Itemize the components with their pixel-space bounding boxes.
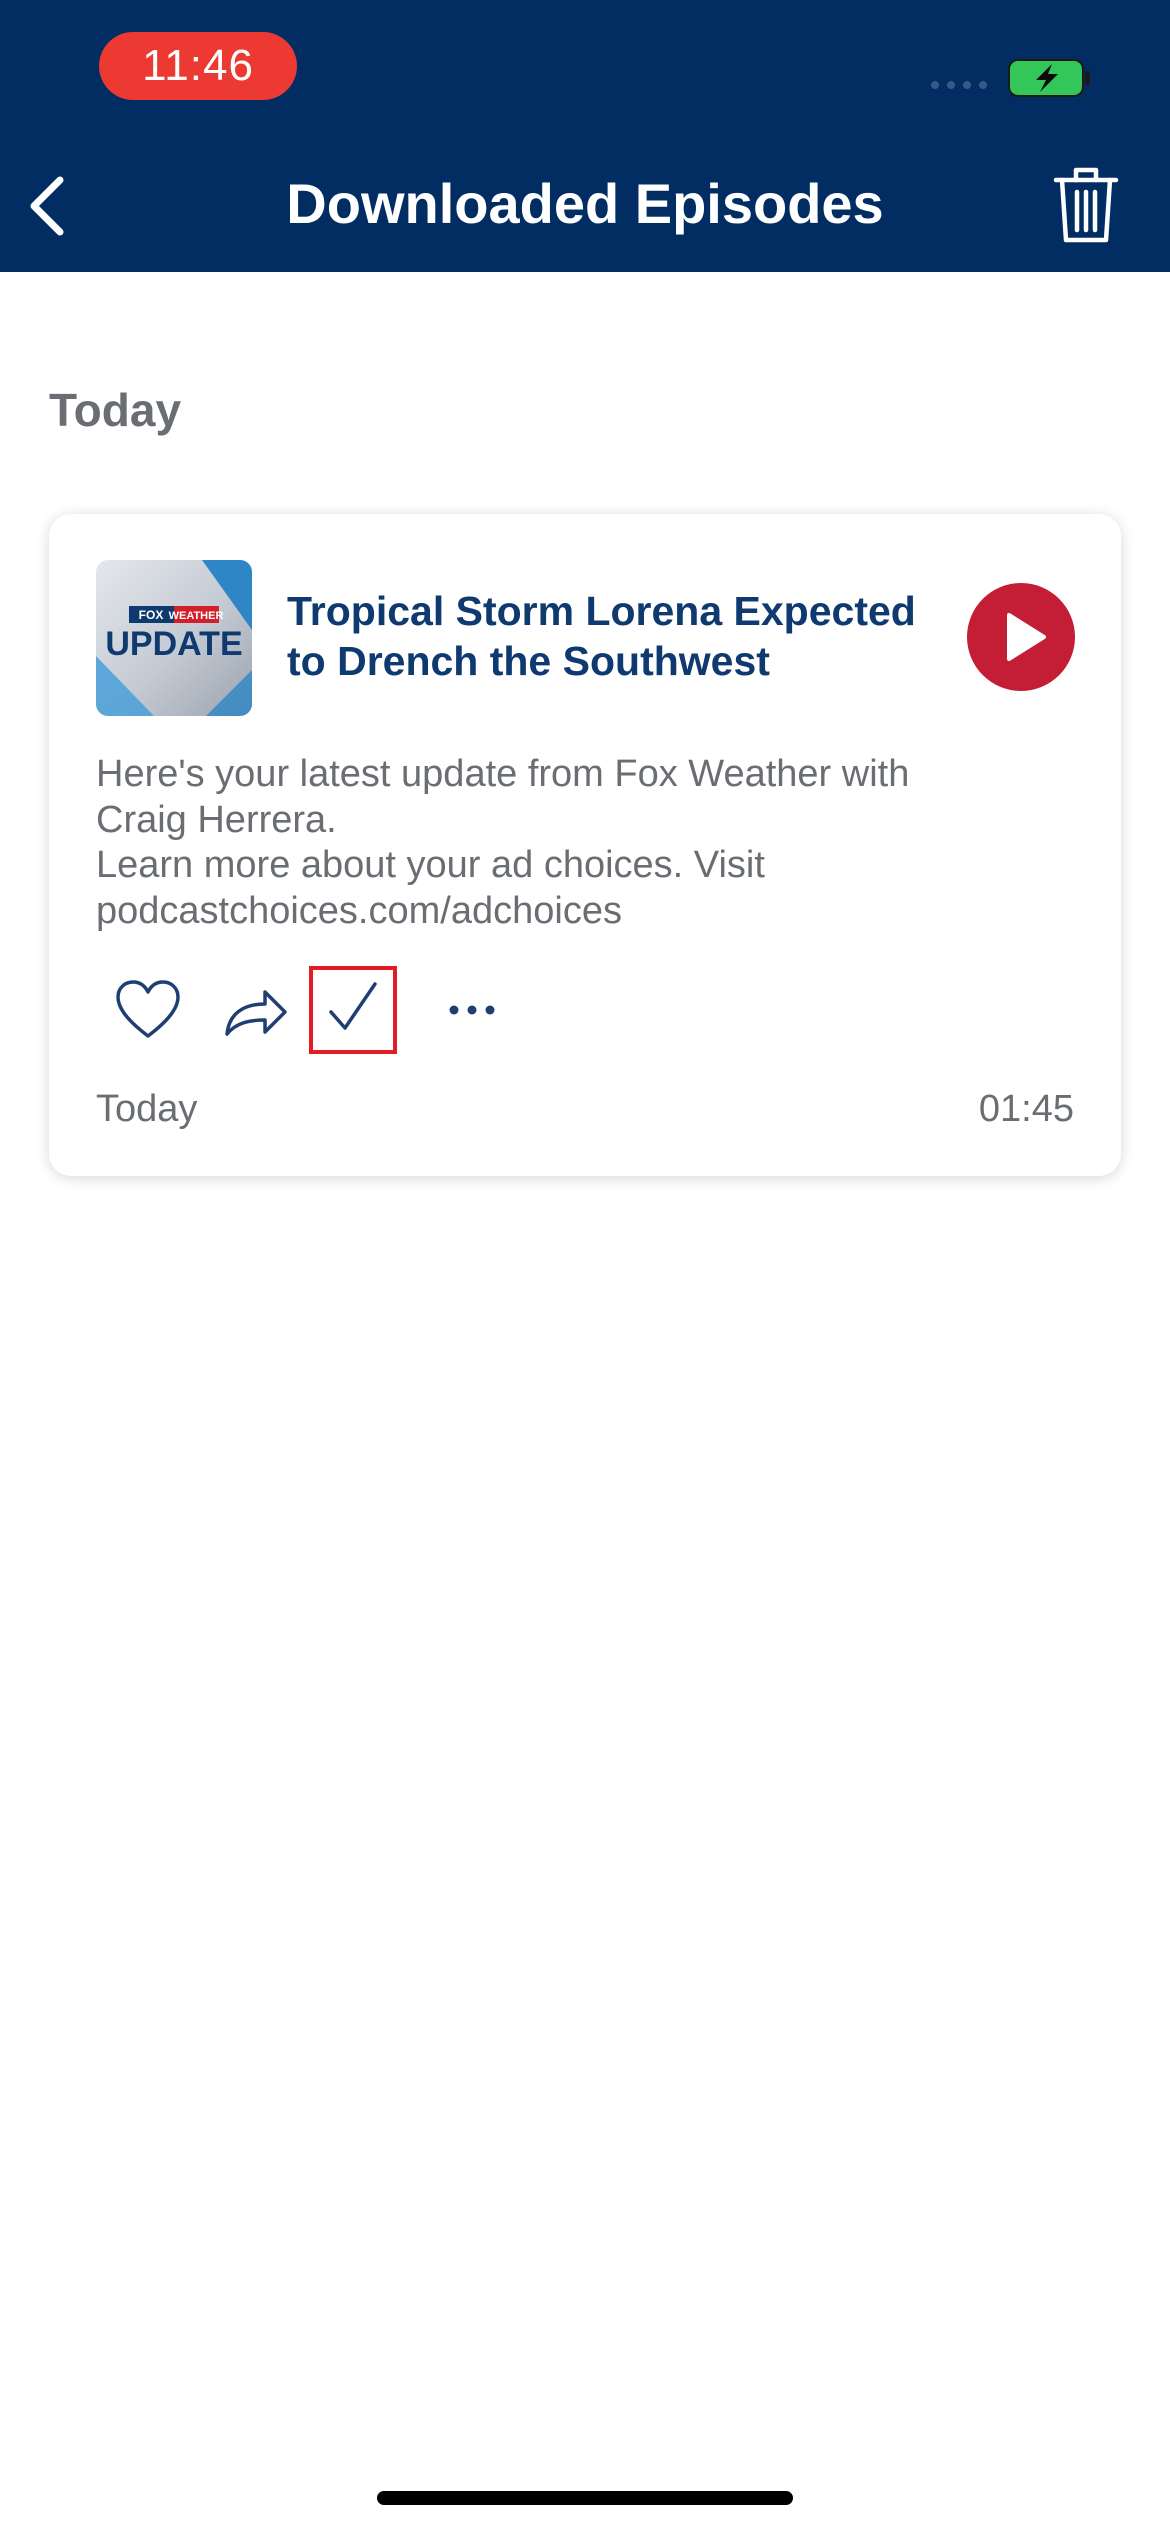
page-title: Downloaded Episodes [286,172,884,235]
checkmark-icon [329,982,377,1030]
nav-header: 11:46 Downloaded Episodes [0,0,1170,272]
description-line: Learn more about your ad choices. Visit [96,844,765,886]
share-arrow-icon[interactable] [215,970,295,1050]
battery-icon [1008,59,1090,97]
episode-description: Here's your latest update from Fox Weath… [96,752,1036,934]
signal-icon [931,81,987,89]
section-heading: Today [49,384,182,436]
ellipsis-icon[interactable] [432,970,512,1050]
svg-text:FOX: FOX [139,608,164,622]
description-line: Craig Herrera. [96,798,337,841]
mark-played-button[interactable] [309,966,397,1054]
status-time: 11:46 [99,32,297,100]
svg-text:WEATHER: WEATHER [169,610,224,622]
play-button[interactable] [966,582,1076,692]
episode-title[interactable]: Tropical Storm Lorena Expected to Drench… [287,586,937,686]
episode-card[interactable]: FOX WEATHER UPDATE Tropical Storm Lorena… [49,514,1121,1176]
episode-date: Today [96,1088,198,1130]
svg-text:UPDATE: UPDATE [105,625,242,663]
description-line: podcastchoices.com/adchoices [96,889,622,932]
home-indicator[interactable] [377,2491,793,2505]
back-button[interactable] [18,170,78,242]
trash-button[interactable] [1050,164,1122,246]
episode-artwork: FOX WEATHER UPDATE [96,560,252,716]
description-line: Here's your latest update from Fox Weath… [96,753,910,795]
episode-duration: 01:45 [978,1088,1074,1130]
heart-icon[interactable] [108,970,188,1050]
